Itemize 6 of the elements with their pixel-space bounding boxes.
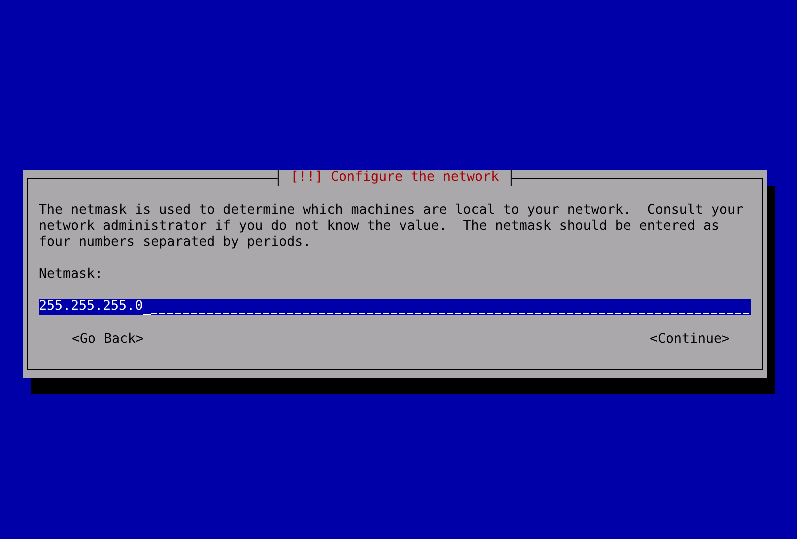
dialog-title: [!!] Configure the network <box>278 170 512 186</box>
dialog-button[interactable]: <Continue> <box>650 332 730 348</box>
description-text: The netmask is used to determine which machines are local to your network. Consult your network administrator if you do not know the value. The netmask should be entered as four numbers separated by periods. <box>39 203 744 251</box>
dialog-button[interactable]: <Go Back> <box>72 332 144 348</box>
netmask-input-field[interactable]: 255.255.255.0 <box>39 299 751 315</box>
field-label: Netmask: <box>39 267 104 283</box>
